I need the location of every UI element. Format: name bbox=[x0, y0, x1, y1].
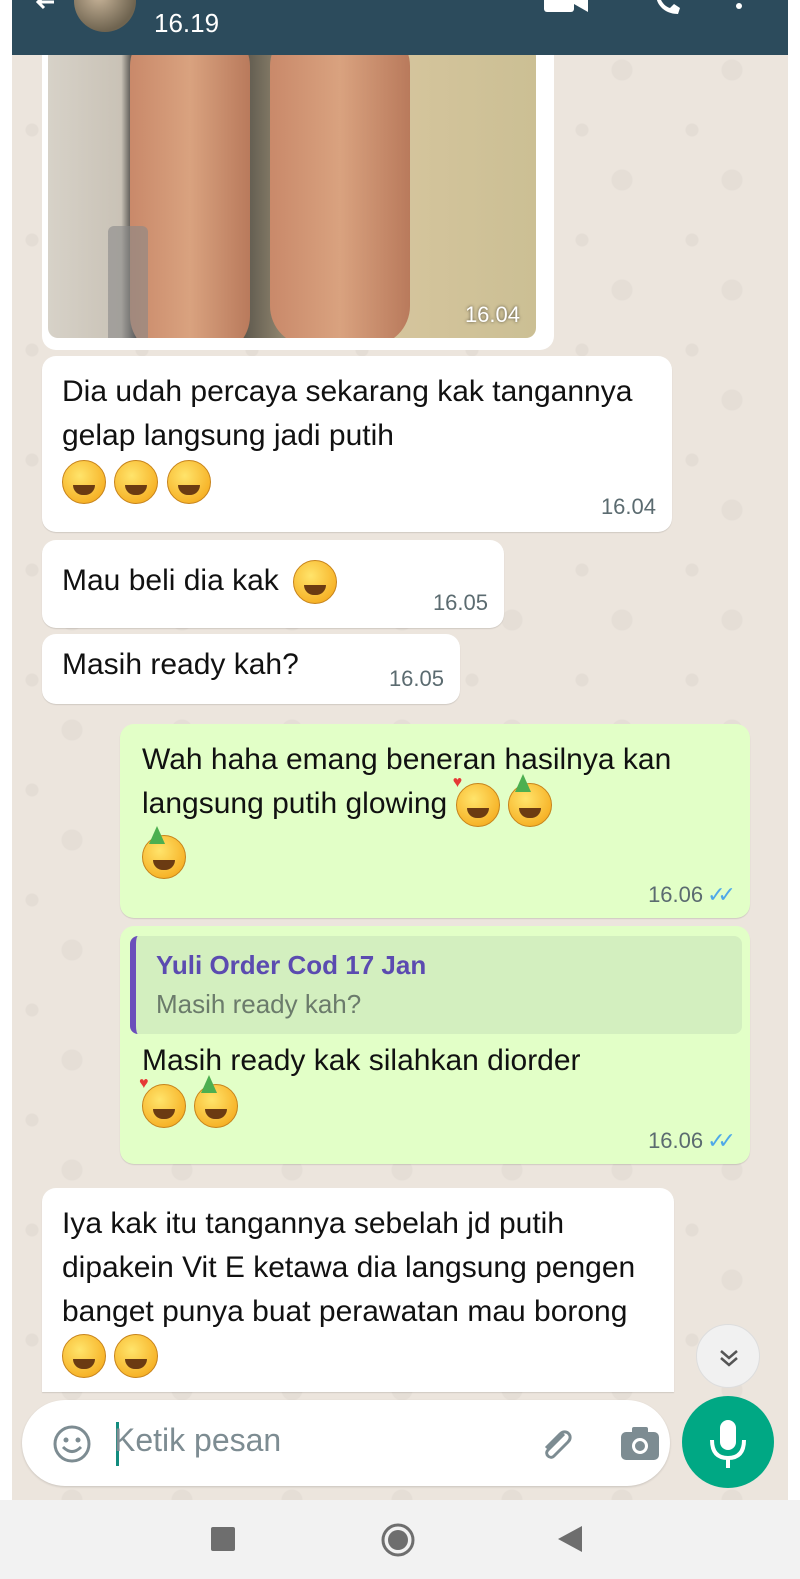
camera-icon[interactable] bbox=[618, 1424, 662, 1464]
hand-over-mouth-emoji-icon bbox=[166, 460, 211, 504]
scroll-down-icon bbox=[720, 1350, 738, 1367]
message-composer[interactable]: Ketik pesan bbox=[22, 1400, 670, 1486]
video-call-icon[interactable] bbox=[544, 0, 590, 16]
rofl-emoji-icon bbox=[114, 460, 159, 504]
quoted-reply[interactable]: Yuli Order Cod 17 Jan Masih ready kah? bbox=[130, 936, 742, 1034]
back-arrow-icon[interactable] bbox=[30, 0, 60, 24]
image-message[interactable]: 16.04 bbox=[42, 40, 554, 350]
nav-recent-icon[interactable] bbox=[210, 1526, 236, 1552]
message-photo[interactable]: 16.04 bbox=[48, 46, 536, 338]
message-text: Iya kak itu tangannya sebelah jd putih d… bbox=[62, 1207, 636, 1328]
reply-author: Yuli Order Cod 17 Jan bbox=[156, 950, 427, 980]
message-time: 16.05 bbox=[432, 590, 488, 615]
mic-icon bbox=[710, 1420, 746, 1468]
emoji-row bbox=[62, 460, 652, 504]
outgoing-message[interactable]: Wah haha emang beneran hasilnya kan lang… bbox=[120, 724, 750, 918]
smiling-hearts-emoji-icon bbox=[453, 774, 500, 828]
message-input[interactable]: Ketik pesan bbox=[114, 1422, 281, 1459]
grinning-emoji-icon bbox=[293, 560, 338, 604]
smiling-hearts-emoji-icon bbox=[139, 1075, 186, 1128]
message-time: 16.04 bbox=[464, 302, 520, 327]
nav-back-icon[interactable] bbox=[556, 1524, 584, 1554]
phone-icon[interactable] bbox=[652, 0, 682, 16]
party-face-emoji-icon bbox=[142, 826, 186, 880]
message-text: Wah haha emang beneran hasilnya kan lang… bbox=[142, 743, 672, 820]
read-ticks-icon: ✓✓ bbox=[707, 882, 736, 907]
party-face-emoji-icon bbox=[507, 774, 552, 828]
message-time: 16.04 bbox=[600, 494, 656, 519]
message-time: 16.05 bbox=[388, 666, 444, 691]
scroll-down-button[interactable] bbox=[696, 1324, 760, 1388]
message-text: Masih ready kak silahkan diorder bbox=[142, 1044, 581, 1077]
voice-record-button[interactable] bbox=[682, 1396, 774, 1488]
contact-avatar[interactable] bbox=[74, 0, 136, 32]
message-time: 16.06 ✓✓ bbox=[648, 1128, 736, 1153]
read-ticks-icon: ✓✓ bbox=[707, 1128, 736, 1153]
message-text: Masih ready kah? bbox=[62, 648, 299, 681]
incoming-message[interactable]: Iya kak itu tangannya sebelah jd putih d… bbox=[42, 1188, 674, 1392]
grinning-emoji-icon bbox=[62, 460, 106, 504]
message-time: 16.06 ✓✓ bbox=[648, 882, 736, 907]
incoming-message[interactable]: Dia udah percaya sekarang kak tangannya … bbox=[42, 356, 672, 532]
hand-over-mouth-emoji-icon bbox=[62, 1334, 106, 1378]
grinning-emoji-icon bbox=[114, 1334, 159, 1378]
nav-home-icon[interactable] bbox=[380, 1522, 416, 1558]
party-face-emoji-icon bbox=[194, 1075, 239, 1128]
system-nav-bar bbox=[0, 1500, 800, 1579]
incoming-message[interactable]: Masih ready kah? 16.05 bbox=[42, 634, 460, 704]
emoji-icon[interactable] bbox=[52, 1424, 92, 1464]
message-text: Mau beli dia kak bbox=[62, 563, 279, 597]
outgoing-message[interactable]: Yuli Order Cod 17 Jan Masih ready kah? M… bbox=[120, 926, 750, 1164]
header-title[interactable]: 16.19 bbox=[154, 8, 219, 39]
attach-icon[interactable] bbox=[534, 1422, 578, 1466]
incoming-message[interactable]: Mau beli dia kak 16.05 bbox=[42, 540, 504, 628]
message-text: Dia udah percaya sekarang kak tangannya … bbox=[62, 375, 633, 452]
more-vert-icon[interactable] bbox=[734, 0, 744, 16]
chat-header: 16.19 bbox=[12, 0, 788, 55]
reply-quote: Masih ready kah? bbox=[156, 989, 362, 1019]
chat-screen: 16.19 16.04 Dia udah percaya sekarang ka… bbox=[12, 0, 788, 1579]
